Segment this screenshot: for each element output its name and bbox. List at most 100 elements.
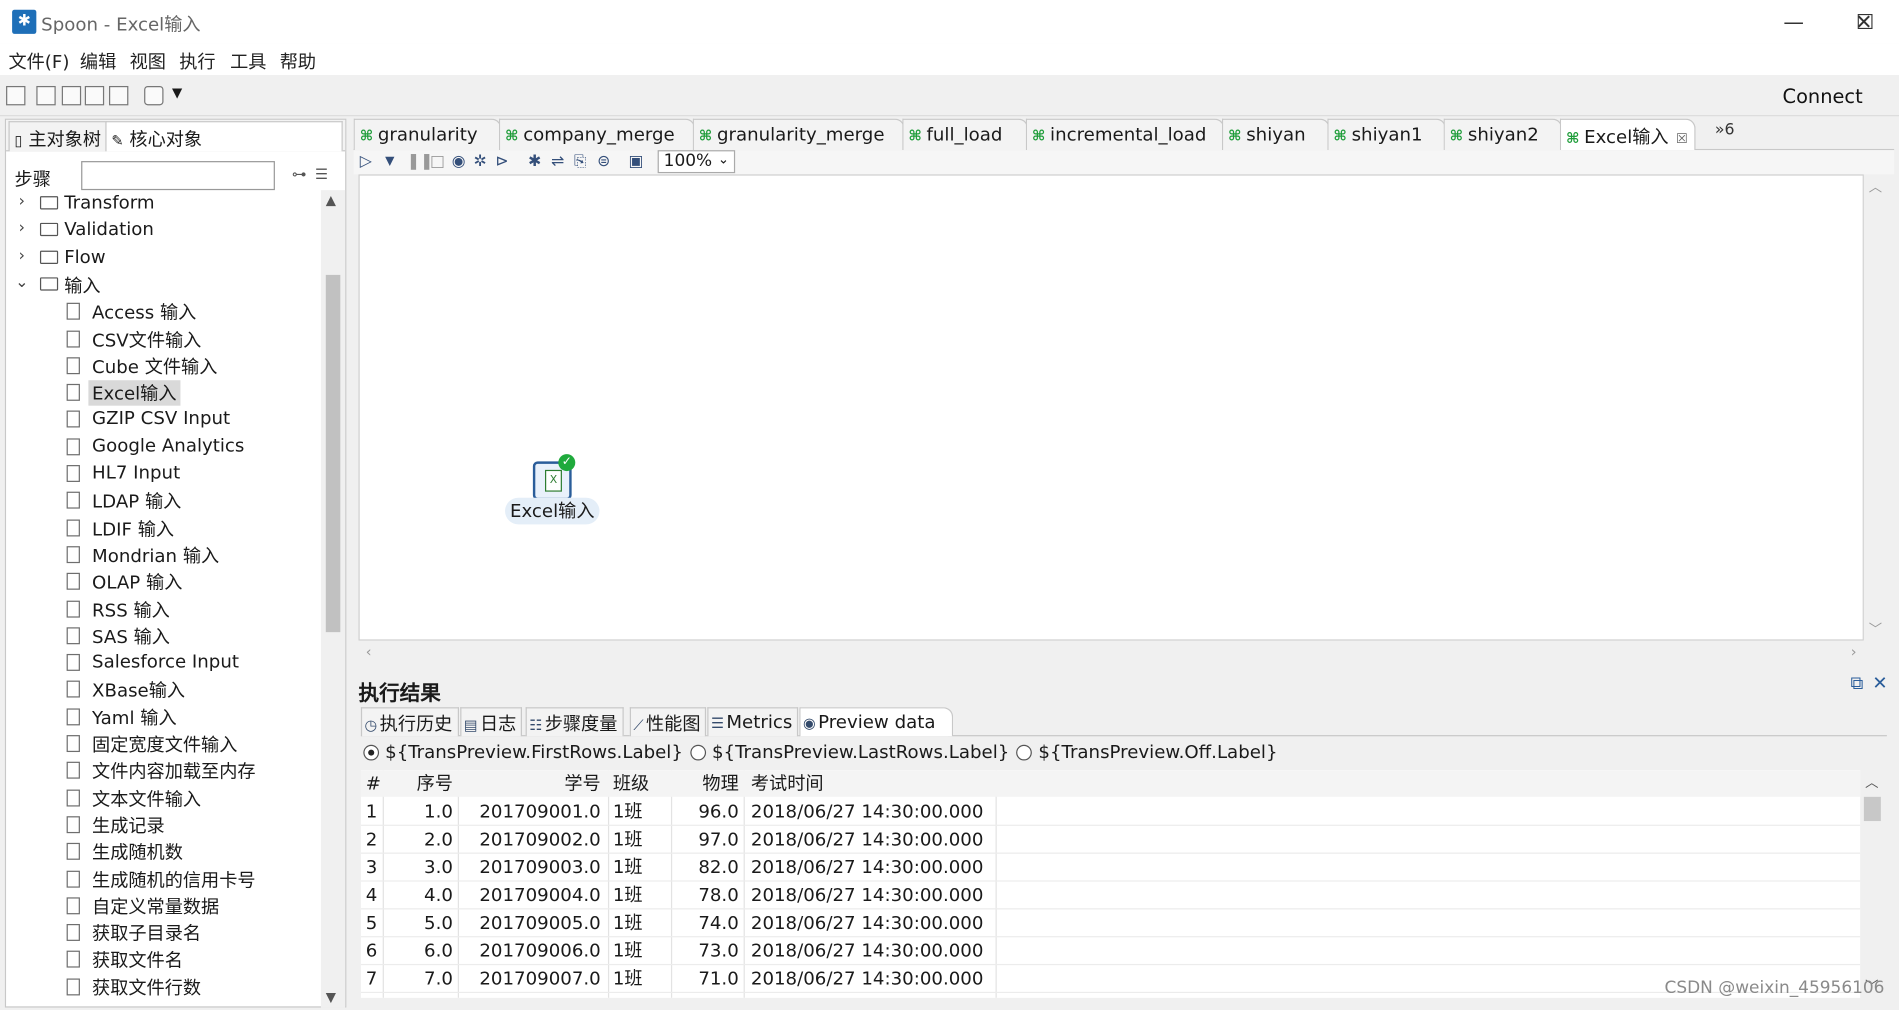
column-header[interactable]: 学号 (460, 770, 600, 797)
results-tab[interactable]: ☰ Metrics (707, 707, 799, 737)
table-scrollbar[interactable]: ︿ ﹀ (1860, 770, 1885, 998)
steps-search-input[interactable] (81, 161, 275, 191)
chevron-right-icon[interactable]: › (13, 193, 30, 211)
close-panel-icon[interactable]: ✕ (1872, 672, 1887, 694)
tree-scrollbar[interactable]: ▲ ▼ (320, 190, 346, 1008)
menu-run[interactable]: 执行 (179, 48, 215, 73)
tab-transformation[interactable]: ⌘ company_merge (498, 118, 696, 151)
table-row[interactable]: 5 5.0 201709005.0 1班 74.0 2018/06/27 14:30:00… (360, 909, 1861, 938)
table-cell: 2 (365, 828, 378, 851)
verify-icon[interactable]: ✱ (528, 153, 541, 171)
column-header[interactable]: 序号 (388, 770, 453, 797)
results-tab[interactable]: ▤ 日志 (460, 707, 523, 737)
step-type-icon (66, 546, 80, 563)
close-window-button[interactable]: ✕ (1836, 7, 1892, 38)
table-row[interactable]: 3 3.0 201709003.0 1班 82.0 2018/06/27 14:30:00… (360, 854, 1861, 882)
menu-view[interactable]: 视图 (130, 48, 166, 73)
excel-input-step-label[interactable]: Excel输入 (505, 497, 600, 525)
radio-button[interactable] (690, 744, 706, 761)
chevron-down-icon[interactable]: ▼ (172, 85, 182, 101)
scroll-up-icon[interactable]: ︿ (1869, 177, 1882, 196)
scroll-up-icon[interactable]: ▲ (326, 193, 336, 209)
tab-transformation[interactable]: ⌘ shiyan1 (1327, 118, 1447, 151)
replay-icon[interactable]: ⊳ (495, 153, 508, 171)
save-icon[interactable] (84, 85, 105, 106)
tab-transformation[interactable]: ⌘ Excel输入 ☒ (1559, 118, 1696, 151)
table-cell: 2018/06/27 14:30:00.000 (750, 911, 984, 934)
impact-icon[interactable]: ⇌ (551, 153, 564, 171)
show-results-icon[interactable]: ▣ (629, 153, 644, 171)
sql-icon[interactable]: ⎘ (574, 153, 587, 171)
results-tab[interactable]: ◷ 执行历史 (360, 707, 459, 737)
scroll-left-icon[interactable]: ‹ (366, 643, 372, 660)
maximize-panel-icon[interactable]: ⧉ (1851, 672, 1864, 694)
column-header[interactable]: # (366, 770, 385, 797)
more-tabs-button[interactable]: »6 (1715, 121, 1735, 139)
preview-mode-option[interactable]: ${TransPreview.Off.Label} (1016, 741, 1278, 763)
table-row[interactable]: 1 1.0 201709001.0 1班 96.0 2018/06/27 14:30:00… (360, 798, 1861, 826)
tree-item-label: Excel输入 (88, 380, 181, 406)
tab-transformation[interactable]: ⌘ granularity_merge (692, 118, 905, 151)
tab-transformation[interactable]: ⌘ incremental_load (1025, 118, 1225, 151)
tab-label: full_load (926, 123, 1003, 146)
document-icon: ▯ (14, 131, 23, 149)
tree-scroll-thumb[interactable] (325, 274, 341, 633)
zoom-select[interactable]: 100% ⌄ (657, 150, 736, 174)
column-header[interactable]: 考试时间 (751, 770, 993, 797)
run-options-chevron-icon[interactable]: ▼ (385, 155, 394, 168)
run-icon[interactable]: ▷ (360, 153, 372, 171)
tree-item-label: HL7 Input (92, 461, 181, 484)
open-file-icon[interactable] (36, 85, 56, 106)
tab-transformation[interactable]: ⌘ shiyan2 (1443, 118, 1563, 151)
preview-mode-option[interactable]: ${TransPreview.LastRows.Label} (690, 741, 1009, 763)
chevron-down-icon[interactable]: ⌄ (13, 274, 30, 292)
radio-button[interactable] (1016, 744, 1033, 761)
menu-edit[interactable]: 编辑 (80, 48, 116, 73)
stop-icon[interactable]: □ (430, 153, 445, 171)
canvas-vertical-scrollbar[interactable]: ︿ ﹀ (1863, 174, 1889, 641)
save-as-icon[interactable] (108, 85, 129, 106)
results-tab[interactable]: ☷ 步骤度量 (525, 707, 624, 737)
menu-file[interactable]: 文件(F) (8, 48, 69, 73)
column-header[interactable]: 班级 (613, 770, 666, 797)
scroll-up-icon[interactable]: ︿ (1865, 773, 1878, 792)
connect-button[interactable]: Connect (1783, 85, 1863, 108)
column-header[interactable]: 物理 (676, 770, 738, 797)
new-file-icon[interactable] (6, 85, 26, 106)
minimize-button[interactable]: — (1766, 7, 1822, 38)
menu-help[interactable]: 帮助 (280, 48, 316, 73)
scroll-right-icon[interactable]: › (1851, 643, 1857, 660)
menu-tools[interactable]: 工具 (230, 48, 266, 73)
tab-transformation[interactable]: ⌘ shiyan (1221, 118, 1330, 151)
close-tab-icon[interactable]: ☒ (1676, 131, 1688, 147)
transformation-icon: ⌘ (505, 127, 519, 145)
layers-icon[interactable] (144, 85, 164, 106)
radio-button[interactable] (363, 744, 380, 761)
results-tab[interactable]: ◉ Preview data (799, 707, 954, 737)
preview-mode-option[interactable]: ${TransPreview.FirstRows.Label} (363, 741, 683, 763)
explore-db-icon[interactable]: ⊜ (597, 153, 610, 171)
table-scroll-thumb[interactable] (1863, 796, 1881, 822)
canvas-horizontal-scrollbar[interactable]: ‹ › (358, 640, 1864, 665)
tab-core-objects[interactable]: ✎ 核心对象 (105, 121, 343, 152)
tab-transformation[interactable]: ⌘ full_load (902, 118, 1029, 151)
explore-repository-icon[interactable] (61, 85, 82, 106)
expand-all-icon[interactable]: ☰ (315, 166, 332, 183)
table-row[interactable]: 4 4.0 201709004.0 1班 78.0 2018/06/27 14:30:00… (360, 882, 1861, 910)
results-tab[interactable]: ⟋ 性能图 (629, 707, 707, 737)
tab-transformation[interactable]: ⌘ granularity (353, 118, 502, 151)
transformation-canvas[interactable]: X ✓ Excel输入 (358, 174, 1864, 641)
table-row[interactable]: 7 7.0 201709007.0 1班 71.0 2018/06/27 14:30:00… (360, 965, 1861, 994)
preview-icon[interactable]: ◉ (452, 153, 466, 171)
table-row[interactable]: 6 6.0 201709006.0 1班 73.0 2018/06/27 14:30:00… (360, 937, 1861, 966)
chevron-right-icon[interactable]: › (13, 247, 30, 265)
collapse-all-icon[interactable]: ⊶ (292, 166, 309, 183)
tree-item-label: OLAP 输入 (92, 571, 183, 594)
debug-icon[interactable]: ✲ (474, 153, 487, 171)
table-row[interactable]: 2 2.0 201709002.0 1班 97.0 2018/06/27 14:30:00… (360, 826, 1861, 854)
scroll-down-icon[interactable]: ▼ (326, 989, 336, 1005)
chevron-right-icon[interactable]: › (13, 220, 30, 238)
tab-main-object-tree[interactable]: ▯ 主对象树 (8, 121, 108, 152)
scroll-down-icon[interactable]: ﹀ (1869, 619, 1882, 638)
results-tab-label: Metrics (726, 710, 793, 733)
